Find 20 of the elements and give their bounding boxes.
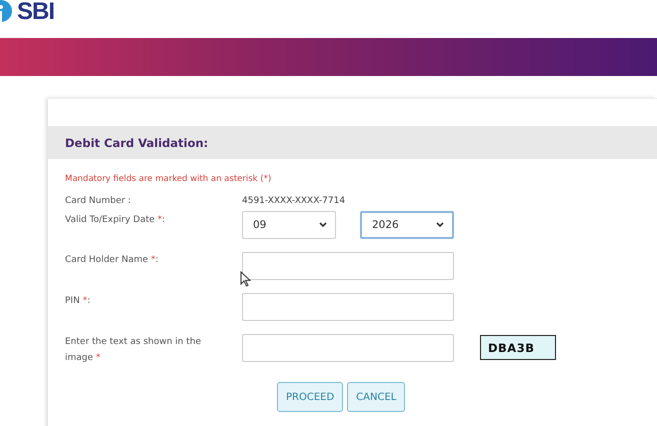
logo-text: SBI	[17, 0, 54, 24]
panel-title: Debit Card Validation:	[65, 136, 208, 150]
input-field[interactable]	[242, 252, 454, 280]
year-select[interactable]: 2026	[360, 211, 454, 239]
proceed-button[interactable]: PROCEED	[277, 382, 344, 412]
chevron-down-icon	[319, 222, 327, 228]
mandatory-note: Mandatory fields are marked with an asterisk (*)	[65, 174, 272, 186]
field-label: Card Number :	[65, 196, 132, 206]
field-label: PIN *:	[65, 296, 90, 306]
chevron-down-icon	[436, 222, 444, 228]
month-select[interactable]: 09	[242, 211, 336, 239]
input-field[interactable]	[242, 334, 454, 362]
field-label: Card Holder Name *:	[65, 255, 158, 265]
card-number: 4591-XXXX-XXXX-7714	[242, 196, 346, 206]
input-field[interactable]	[242, 293, 454, 321]
pointer-icon	[240, 271, 251, 287]
captcha-image: DBA3B	[480, 335, 556, 360]
field-label: Valid To/Expiry Date *:	[65, 215, 166, 225]
field-label: Enter the text as shown in the image *	[65, 337, 201, 363]
cancel-button[interactable]: CANCEL	[347, 382, 406, 412]
